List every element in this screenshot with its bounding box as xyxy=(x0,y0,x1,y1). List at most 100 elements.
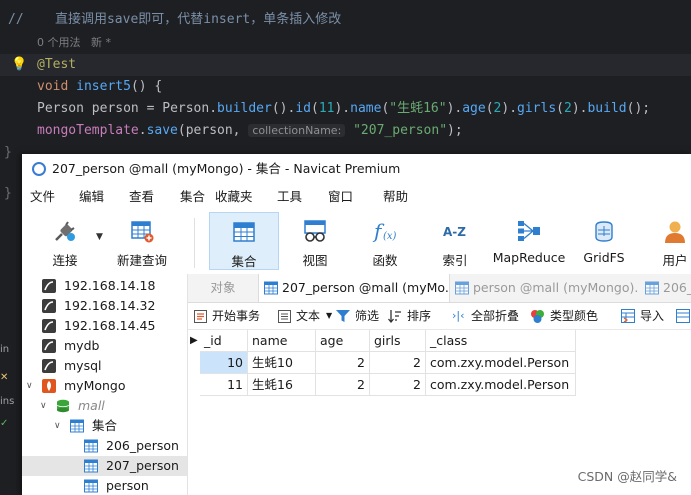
method-declaration: void insert5() { xyxy=(37,76,162,98)
server-connection-icon xyxy=(42,339,56,353)
table-cell[interactable]: 2 xyxy=(316,374,370,396)
column-header[interactable]: girls xyxy=(370,330,426,352)
gridfs-button[interactable]: GridFS xyxy=(574,212,634,270)
tree-item-server[interactable]: mysql xyxy=(22,356,187,376)
tree-label: 206_person xyxy=(106,438,179,453)
mapreduce-button[interactable]: MapReduce xyxy=(492,212,566,270)
table-cell[interactable]: 10 xyxy=(200,352,248,374)
chevron-down-icon[interactable]: ∨ xyxy=(26,376,33,396)
column-header[interactable]: name xyxy=(248,330,316,352)
tree-item-server[interactable]: mydb xyxy=(22,336,187,356)
database-icon xyxy=(56,399,70,413)
filter-icon xyxy=(336,310,350,322)
watermark: CSDN @赵同学& xyxy=(577,469,677,484)
code-token: id xyxy=(295,101,311,116)
code-token: (person, xyxy=(177,123,249,138)
table-cell[interactable]: 2 xyxy=(370,374,426,396)
tree-item-database[interactable]: ∨ mall xyxy=(22,396,187,416)
collection-icon xyxy=(264,281,278,295)
collection-icon xyxy=(455,281,469,295)
collection-button[interactable]: 集合 xyxy=(209,212,279,270)
tab-label: person @mall (myMongo)... xyxy=(473,280,638,295)
collection-icon xyxy=(84,459,98,473)
view-icon xyxy=(304,220,326,242)
tree-item-server[interactable]: 192.168.14.18 xyxy=(22,276,187,296)
tree-item-server[interactable]: 192.168.14.32 xyxy=(22,296,187,316)
menu-edit[interactable]: 编辑 xyxy=(79,184,104,210)
table-cell[interactable]: 生蚝10 xyxy=(248,352,316,374)
server-connection-icon xyxy=(42,359,56,373)
plug-icon xyxy=(55,221,75,241)
column-header[interactable]: age xyxy=(316,330,370,352)
function-button[interactable]: f (x) 函数 xyxy=(354,212,416,270)
menu-bar: 文件 编辑 查看 集合 收藏夹 工具 窗口 帮助 xyxy=(22,184,691,210)
import-icon xyxy=(621,309,635,323)
usage-hint[interactable]: 0 个用法 新 * xyxy=(37,32,111,54)
toolbar-label: GridFS xyxy=(583,250,625,265)
toolbar-label: 连接 xyxy=(52,253,78,268)
code-token: Person xyxy=(37,101,84,116)
menu-collection[interactable]: 集合 xyxy=(180,184,205,210)
tree-item-collection[interactable]: 206_person xyxy=(22,436,187,456)
lightbulb-icon[interactable]: 💡 xyxy=(11,57,27,72)
table-cell[interactable]: 2 xyxy=(316,352,370,374)
menu-file[interactable]: 文件 xyxy=(30,184,55,210)
table-cell[interactable]: 2 xyxy=(370,352,426,374)
az-index-icon: A-Z xyxy=(443,225,466,239)
index-button[interactable]: A-Z 索引 xyxy=(424,212,486,270)
color-palette-icon xyxy=(531,310,544,323)
chevron-down-icon[interactable]: ▼ xyxy=(96,232,103,242)
toolbar-label: 开始事务 xyxy=(212,309,261,323)
code-token: ( xyxy=(485,101,494,116)
chevron-down-icon[interactable]: ∨ xyxy=(54,416,61,436)
check-icon[interactable]: ✓ xyxy=(0,418,24,438)
tree-item-collections-folder[interactable]: ∨ 集合 xyxy=(22,416,187,436)
tab-207-person[interactable]: 207_person @mall (myMo... xyxy=(258,274,450,302)
menu-view[interactable]: 查看 xyxy=(129,184,154,210)
tree-item-collection-selected[interactable]: 207_person xyxy=(22,456,187,476)
server-connection-icon xyxy=(42,299,56,313)
toolbar-label: 用户 xyxy=(662,253,688,268)
column-header[interactable]: _id xyxy=(200,330,248,352)
side-tab[interactable]: in xyxy=(0,344,24,364)
collection-icon xyxy=(233,222,255,242)
user-button[interactable]: 用户 xyxy=(650,212,691,270)
menu-help[interactable]: 帮助 xyxy=(383,184,408,210)
collapse-icon: ›|‹ xyxy=(452,309,465,322)
table-cell[interactable]: 生蚝16 xyxy=(248,374,316,396)
tab-206-person[interactable]: 206_ xyxy=(640,274,691,302)
new-query-button[interactable]: 新建查询 xyxy=(110,212,174,270)
chevron-down-icon[interactable]: ∨ xyxy=(40,396,47,416)
toolbar-label: 视图 xyxy=(302,253,328,268)
toolbar-label: 文本 xyxy=(296,309,321,323)
save-line: mongoTemplate.save(person, collectionNam… xyxy=(37,120,463,142)
side-tab[interactable]: ins xyxy=(0,396,24,416)
connect-button[interactable]: 连接 xyxy=(36,212,94,270)
column-header[interactable]: _class xyxy=(426,330,576,352)
svg-text:(x): (x) xyxy=(383,231,397,242)
tab-person[interactable]: person @mall (myMongo)... xyxy=(450,274,638,302)
tab-objects[interactable]: 对象 xyxy=(188,274,258,302)
toolbar-label: 类型颜色 xyxy=(550,309,599,323)
menu-favorites[interactable]: 收藏夹 xyxy=(215,184,253,210)
menu-window[interactable]: 窗口 xyxy=(328,184,353,210)
code-token: 2 xyxy=(564,101,572,116)
tree-item-server[interactable]: 192.168.14.45 xyxy=(22,316,187,336)
tree-item-mongo-connection[interactable]: ∨ myMongo xyxy=(22,376,187,396)
tree-label: 192.168.14.45 xyxy=(64,318,156,333)
data-toolbar: 开始事务 文本 ▼ 筛选 排序 ›|‹ 全部折叠 类型颜色 导入 xyxy=(188,303,691,330)
table-cell[interactable]: com.zxy.model.Person xyxy=(426,374,576,396)
tree-item-collection[interactable]: person xyxy=(22,476,187,495)
title-bar[interactable]: 207_person @mall (myMongo) - 集合 - Navica… xyxy=(22,154,691,184)
function-icon: f (x) xyxy=(372,219,397,243)
content-pane: 对象 207_person @mall (myMo... person @mal… xyxy=(188,274,691,495)
toolbar-label: 集合 xyxy=(231,254,257,269)
toolbar-label: 索引 xyxy=(442,253,468,268)
tree-label: mall xyxy=(78,398,105,413)
table-cell[interactable]: 11 xyxy=(200,374,248,396)
table-cell[interactable]: com.zxy.model.Person xyxy=(426,352,576,374)
menu-tools[interactable]: 工具 xyxy=(277,184,302,210)
close-icon[interactable]: ✕ xyxy=(0,372,24,392)
code-token: ). xyxy=(571,101,588,116)
view-button[interactable]: 视图 xyxy=(284,212,346,270)
